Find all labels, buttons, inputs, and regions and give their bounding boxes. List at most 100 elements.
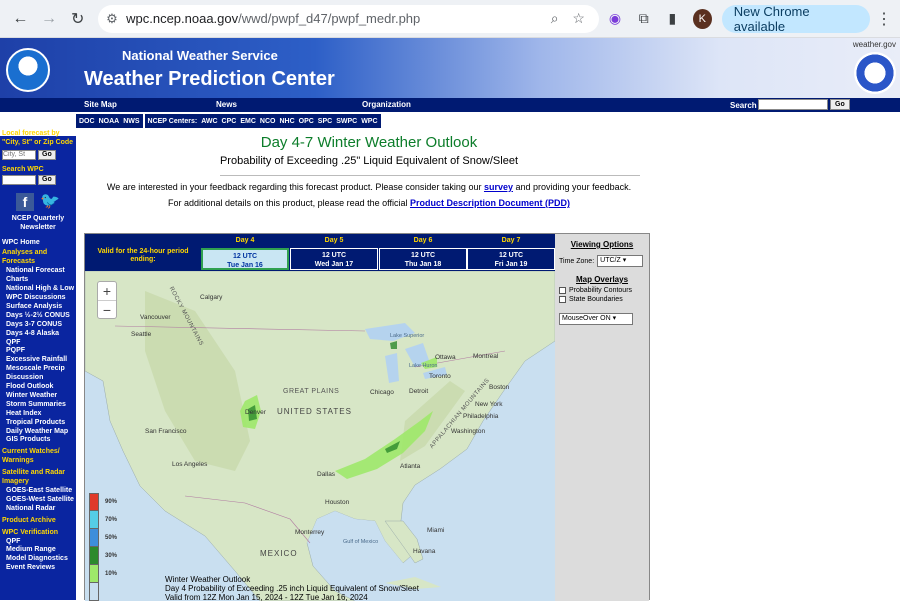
sidebar-link[interactable]: Winter Weather [0, 392, 76, 401]
nav-nhc[interactable]: NHC [279, 118, 294, 125]
extension-icon[interactable]: ◉ [603, 6, 628, 32]
sidebar-link[interactable]: Surface Analysis [0, 303, 76, 312]
analyses-header: Analyses and Forecasts [2, 249, 48, 266]
survey-link[interactable]: survey [484, 182, 513, 192]
map-city-label: Ottawa [435, 354, 456, 361]
nws-seal-icon[interactable] [854, 52, 896, 94]
map-city-label: San Francisco [145, 428, 187, 435]
nav-emc[interactable]: EMC [240, 118, 256, 125]
ncep-centers-label: NCEP Centers: [147, 117, 198, 125]
sidebar-link[interactable]: Flood Outlook [0, 383, 76, 392]
newsletter-link[interactable]: NCEP Quarterly Newsletter [0, 215, 76, 233]
verification-header: WPC Verification [2, 528, 59, 536]
nav-wpc[interactable]: WPC [361, 118, 377, 125]
site-search-input[interactable] [758, 99, 828, 110]
legend-row [89, 583, 123, 601]
sidebar-link[interactable]: GOES-West Satellite [0, 496, 76, 505]
menu-organization[interactable]: Organization [362, 100, 411, 109]
sidebar-link[interactable]: Days ½-2½ CONUS [0, 312, 76, 321]
menu-site-map[interactable]: Site Map [84, 100, 117, 109]
address-bar[interactable]: ⚙ wpc.ncep.noaa.gov/wwd/pwpf_d47/pwpf_me… [98, 4, 599, 33]
sidebar-link[interactable]: WPC Discussions [0, 294, 76, 303]
top-menu: Site Map News Organization Search Go [0, 98, 900, 112]
map-city-label: Philadelphia [463, 413, 499, 420]
sidebar-link[interactable]: National Forecast Charts [0, 267, 76, 285]
mouseover-select[interactable]: MouseOver ON ▾ [559, 313, 633, 325]
city-input[interactable] [2, 149, 36, 160]
map-city-label: Washington [451, 428, 486, 435]
map-city-label: Toronto [429, 373, 451, 380]
sidebar-link[interactable]: Tropical Products [0, 419, 76, 428]
nav-noaa[interactable]: NOAA [99, 118, 120, 125]
sidebar-link[interactable]: National High & Low [0, 285, 76, 294]
archive-link[interactable]: Product Archive [0, 517, 76, 526]
sidebar-link[interactable]: PQPF [0, 347, 76, 356]
search-wpc-input[interactable] [2, 174, 36, 185]
map-city-label: Monterrey [295, 529, 325, 536]
sidebar-link[interactable]: Model Diagnostics [0, 555, 76, 564]
wpc-home-link[interactable]: WPC Home [0, 239, 76, 248]
sidebar-link[interactable]: Heat Index [0, 410, 76, 419]
sidebar-link[interactable]: GIS Products [0, 436, 76, 445]
day-tab-4[interactable]: Day 4 12 UTC Tue Jan 16 [201, 234, 289, 271]
nav-awc[interactable]: AWC [201, 118, 217, 125]
sidebar-link[interactable]: Days 4-8 Alaska [0, 330, 76, 339]
chrome-update-button[interactable]: New Chrome available [721, 4, 870, 34]
twitter-icon[interactable]: 🐦 [40, 193, 60, 211]
divider [220, 175, 640, 176]
sidebar-link[interactable]: Days 3-7 CONUS [0, 321, 76, 330]
puzzle-icon[interactable]: ⧉ [631, 6, 656, 32]
facebook-icon[interactable]: f [16, 192, 34, 211]
sidebar-link[interactable]: GOES-East Satellite [0, 487, 76, 496]
site-info-icon[interactable]: ⚙ [106, 11, 126, 27]
forward-arrow-icon[interactable]: → [37, 6, 62, 32]
sidebar-link[interactable]: QPF [0, 339, 76, 348]
map-city-label: Detroit [409, 388, 429, 395]
nav-opc[interactable]: OPC [299, 118, 314, 125]
nav-nco[interactable]: NCO [260, 118, 276, 125]
zoom-in-button[interactable]: + [98, 282, 116, 300]
noaa-logo-icon[interactable] [6, 48, 50, 92]
valid-period-label: Valid for the 24-hour period ending: [97, 248, 189, 263]
weather-gov-link[interactable]: weather.gov [853, 40, 896, 49]
forecast-map[interactable]: + − Calgary Vancouver Seattle Denver San… [85, 271, 555, 601]
sidepanel-icon[interactable]: ▮ [660, 6, 685, 32]
sidebar-link[interactable]: Event Reviews [0, 564, 76, 573]
nav-cpc[interactable]: CPC [222, 118, 237, 125]
profile-avatar[interactable]: K [692, 8, 712, 29]
nav-swpc[interactable]: SWPC [336, 118, 357, 125]
sidebar-link[interactable]: Medium Range [0, 546, 76, 555]
probability-contours-checkbox[interactable] [559, 287, 566, 294]
state-boundaries-checkbox[interactable] [559, 296, 566, 303]
nav-doc[interactable]: DOC [79, 118, 95, 125]
watches-header[interactable]: Current Watches/ Warnings [0, 448, 76, 466]
day-tab-6[interactable]: Day 6 12 UTC Thu Jan 18 [379, 234, 467, 271]
sidebar-link[interactable]: National Radar [0, 505, 76, 514]
menu-dots-icon[interactable]: ⋮ [876, 9, 892, 29]
day-tab-5[interactable]: Day 5 12 UTC Wed Jan 17 [290, 234, 378, 271]
agency-name: National Weather Service [122, 48, 278, 63]
city-go-button[interactable]: Go [38, 149, 56, 160]
bookmark-star-icon[interactable]: ☆ [567, 10, 591, 27]
sidebar-link[interactable]: Storm Summaries [0, 401, 76, 410]
search-wpc-go-button[interactable]: Go [38, 174, 56, 185]
search-go-button[interactable]: Go [830, 99, 850, 110]
zoom-out-button[interactable]: − [98, 300, 116, 318]
forecast-panel: Valid for the 24-hour period ending: Day… [84, 233, 650, 601]
zoom-icon[interactable]: ⌕ [543, 10, 567, 27]
sidebar-link[interactable]: Daily Weather Map [0, 428, 76, 437]
timezone-select[interactable]: UTC/Z ▾ [597, 255, 644, 267]
nav-spc[interactable]: SPC [318, 118, 332, 125]
browser-toolbar: ← → ↻ ⚙ wpc.ncep.noaa.gov/wwd/pwpf_d47/p… [0, 0, 900, 38]
address-url[interactable]: wpc.ncep.noaa.gov/wwd/pwpf_d47/pwpf_medr… [126, 11, 543, 26]
sidebar-link[interactable]: Mesoscale Precip Discussion [0, 365, 76, 383]
day-tab-7[interactable]: Day 7 12 UTC Fri Jan 19 [467, 234, 555, 271]
pdd-link[interactable]: Product Description Document (PDD) [410, 198, 570, 208]
back-arrow-icon[interactable]: ← [8, 6, 33, 32]
sidebar-link[interactable]: QPF [0, 538, 76, 547]
menu-news[interactable]: News [216, 100, 237, 109]
nav-nws[interactable]: NWS [123, 118, 139, 125]
sidebar-link[interactable]: Excessive Rainfall [0, 356, 76, 365]
reload-icon[interactable]: ↻ [65, 6, 90, 32]
legend-value: 10% [105, 571, 118, 577]
